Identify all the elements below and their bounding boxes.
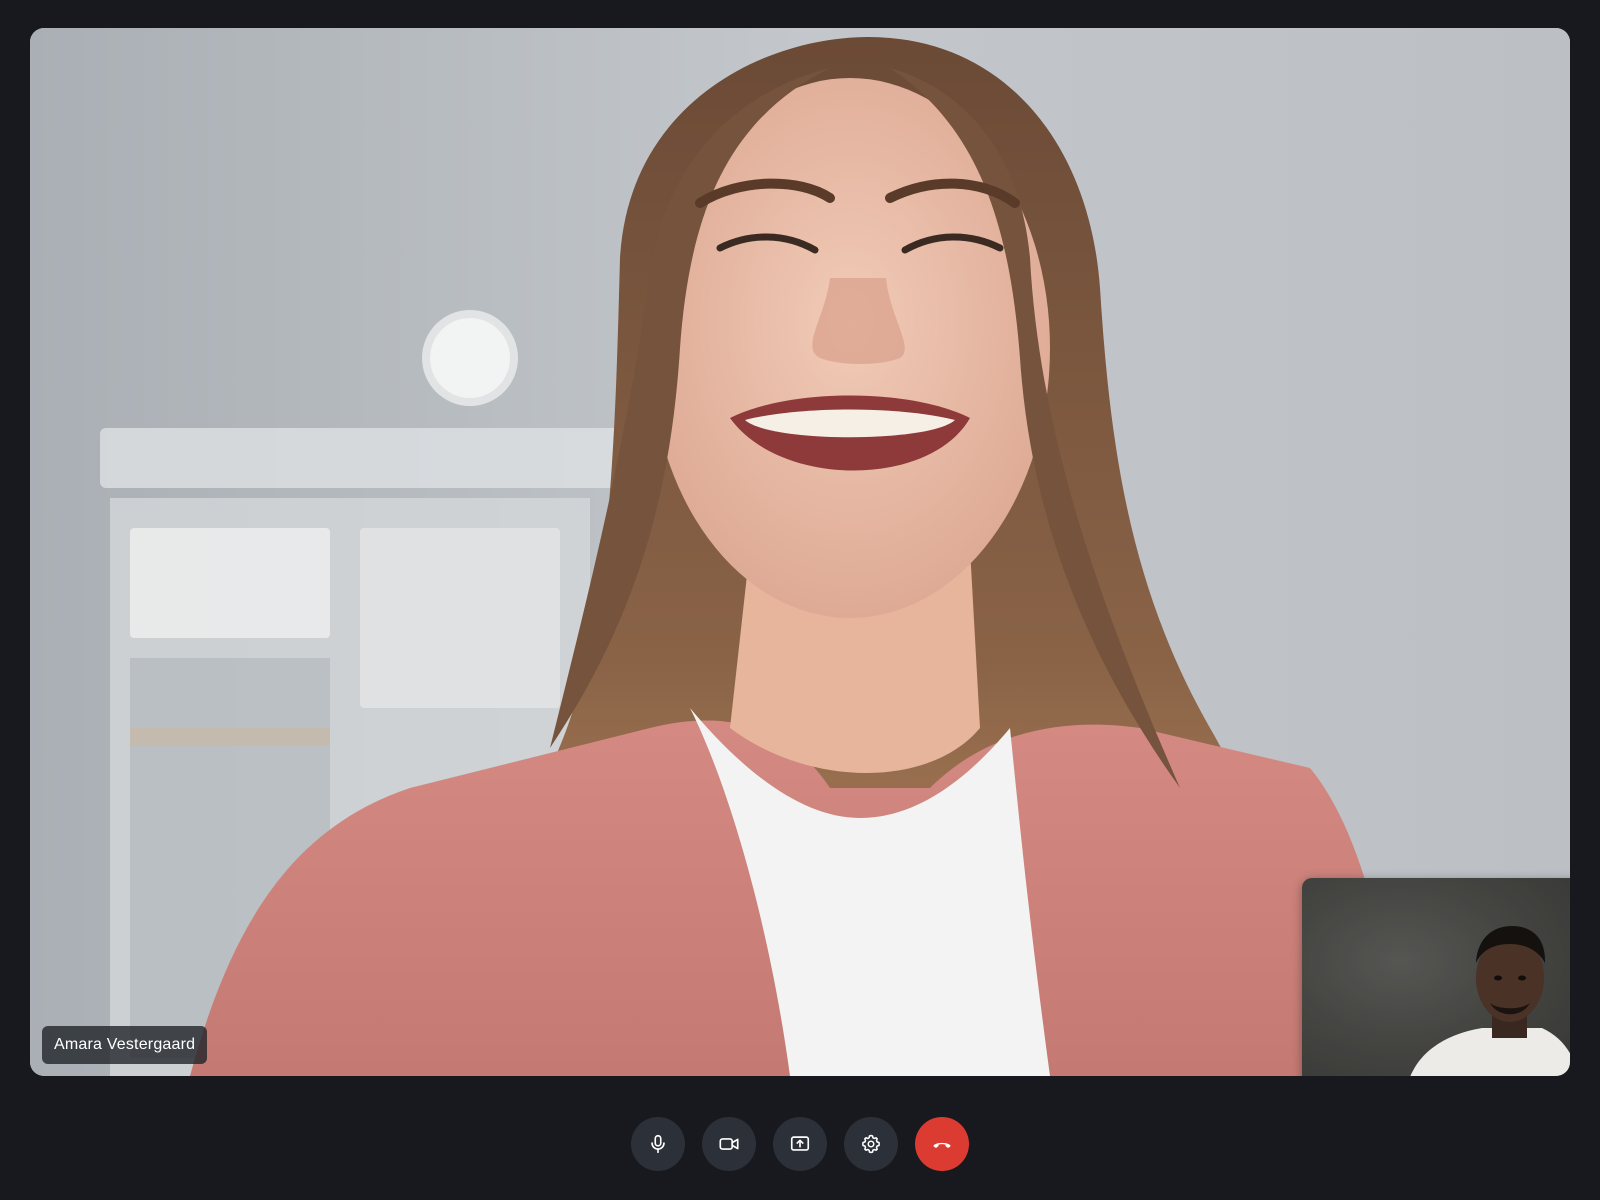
- phone-hangup-icon: [933, 1142, 951, 1148]
- microphone-icon: [651, 1134, 665, 1154]
- gear-icon: [862, 1134, 880, 1154]
- microphone-button[interactable]: [631, 1117, 685, 1171]
- camera-button[interactable]: [702, 1117, 756, 1171]
- end-call-button[interactable]: [915, 1117, 969, 1171]
- call-control-bar: [0, 1117, 1600, 1171]
- self-view-video[interactable]: [1302, 878, 1570, 1076]
- participant-name-tag: Amara Vestergaard: [42, 1026, 208, 1064]
- share-screen-button[interactable]: [773, 1117, 827, 1171]
- local-participant-video: [1302, 878, 1570, 1076]
- share-screen-icon: [790, 1136, 810, 1151]
- video-camera-icon: [719, 1138, 739, 1150]
- video-call-window: Amara Vestergaard: [0, 0, 1600, 1200]
- settings-button[interactable]: [844, 1117, 898, 1171]
- remote-video-feed: Amara Vestergaard: [30, 28, 1570, 1076]
